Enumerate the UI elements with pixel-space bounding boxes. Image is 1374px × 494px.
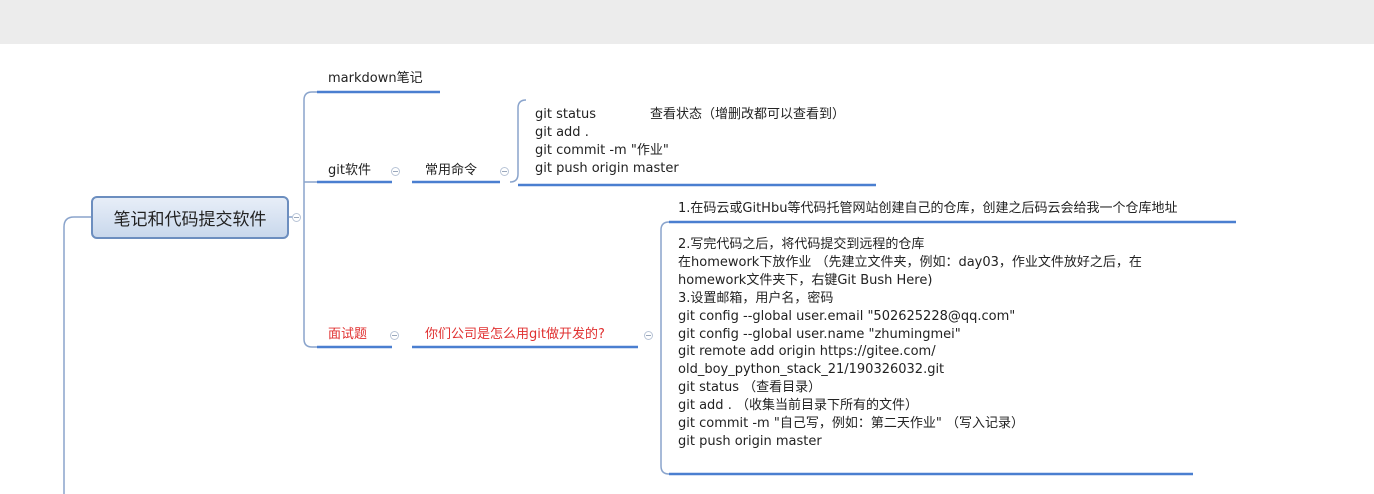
command-push: git push origin master	[535, 160, 679, 176]
command-commit: git commit -m "作业"	[535, 142, 669, 158]
answer-line: git remote add origin https://gitee.com/	[678, 344, 936, 360]
command-add: git add .	[535, 124, 589, 140]
answer-step1[interactable]: 1.在码云或GitHbu等代码托管网站创建自己的仓库，创建之后码云会给我一个仓库…	[678, 201, 1177, 217]
root-topic[interactable]: 笔记和代码提交软件	[91, 196, 289, 239]
commands-block[interactable]: git status 查看状态（增删改都可以查看到） git add . git…	[535, 106, 875, 178]
answer-line: git status （查看目录）	[678, 380, 822, 396]
topic-git[interactable]: git软件	[328, 163, 371, 179]
command-status-line: git status 查看状态（增删改都可以查看到）	[535, 106, 875, 124]
interview-collapse-toggle-icon[interactable]	[390, 331, 399, 340]
branch-trunk	[303, 91, 317, 348]
root-collapse-toggle-icon[interactable]	[292, 213, 301, 222]
answer-line: git config --global user.name "zhumingme…	[678, 326, 961, 342]
root-topic-label: 笔记和代码提交软件	[113, 210, 267, 230]
answer-line: old_boy_python_stack_21/190326032.git	[678, 362, 945, 378]
answer-steps-block[interactable]: 2.写完代码之后，将代码提交到远程的仓库 在homework下放作业 （先建立文…	[678, 236, 1198, 451]
answer-line: 3.设置邮箱，用户名，密码	[678, 290, 834, 306]
commands-block-connector	[509, 99, 527, 183]
mind-map-canvas: 笔记和代码提交软件 markdown笔记 git软件 常用命令 git stat…	[0, 0, 1374, 494]
answer-line: git config --global user.email "50262522…	[678, 308, 1016, 324]
topic-common-commands[interactable]: 常用命令	[425, 163, 477, 179]
command-status: git status	[535, 107, 597, 122]
answer-connector	[660, 221, 676, 475]
answer-line: 在homework下放作业 （先建立文件夹，例如：day03，作业文件放好之后，…	[678, 254, 1142, 270]
question-collapse-toggle-icon[interactable]	[644, 331, 653, 340]
root-left-connector	[63, 216, 91, 494]
answer-line: git add . （收集当前目录下所有的文件）	[678, 398, 918, 414]
git-collapse-toggle-icon[interactable]	[391, 167, 400, 176]
topic-question[interactable]: 你们公司是怎么用git做开发的?	[425, 327, 605, 343]
topic-markdown[interactable]: markdown笔记	[328, 71, 423, 87]
answer-line: git commit -m "自己写，例如：第二天作业" （写入记录）	[678, 416, 1024, 432]
answer-line: homework文件夹下，右键Git Bush Here)	[678, 272, 933, 288]
topic-interview[interactable]: 面试题	[328, 327, 367, 343]
answer-line: 2.写完代码之后，将代码提交到远程的仓库	[678, 237, 925, 252]
command-status-desc: 查看状态（增删改都可以查看到）	[650, 107, 846, 122]
commands-collapse-toggle-icon[interactable]	[500, 167, 509, 176]
answer-line: git push origin master	[678, 433, 822, 449]
